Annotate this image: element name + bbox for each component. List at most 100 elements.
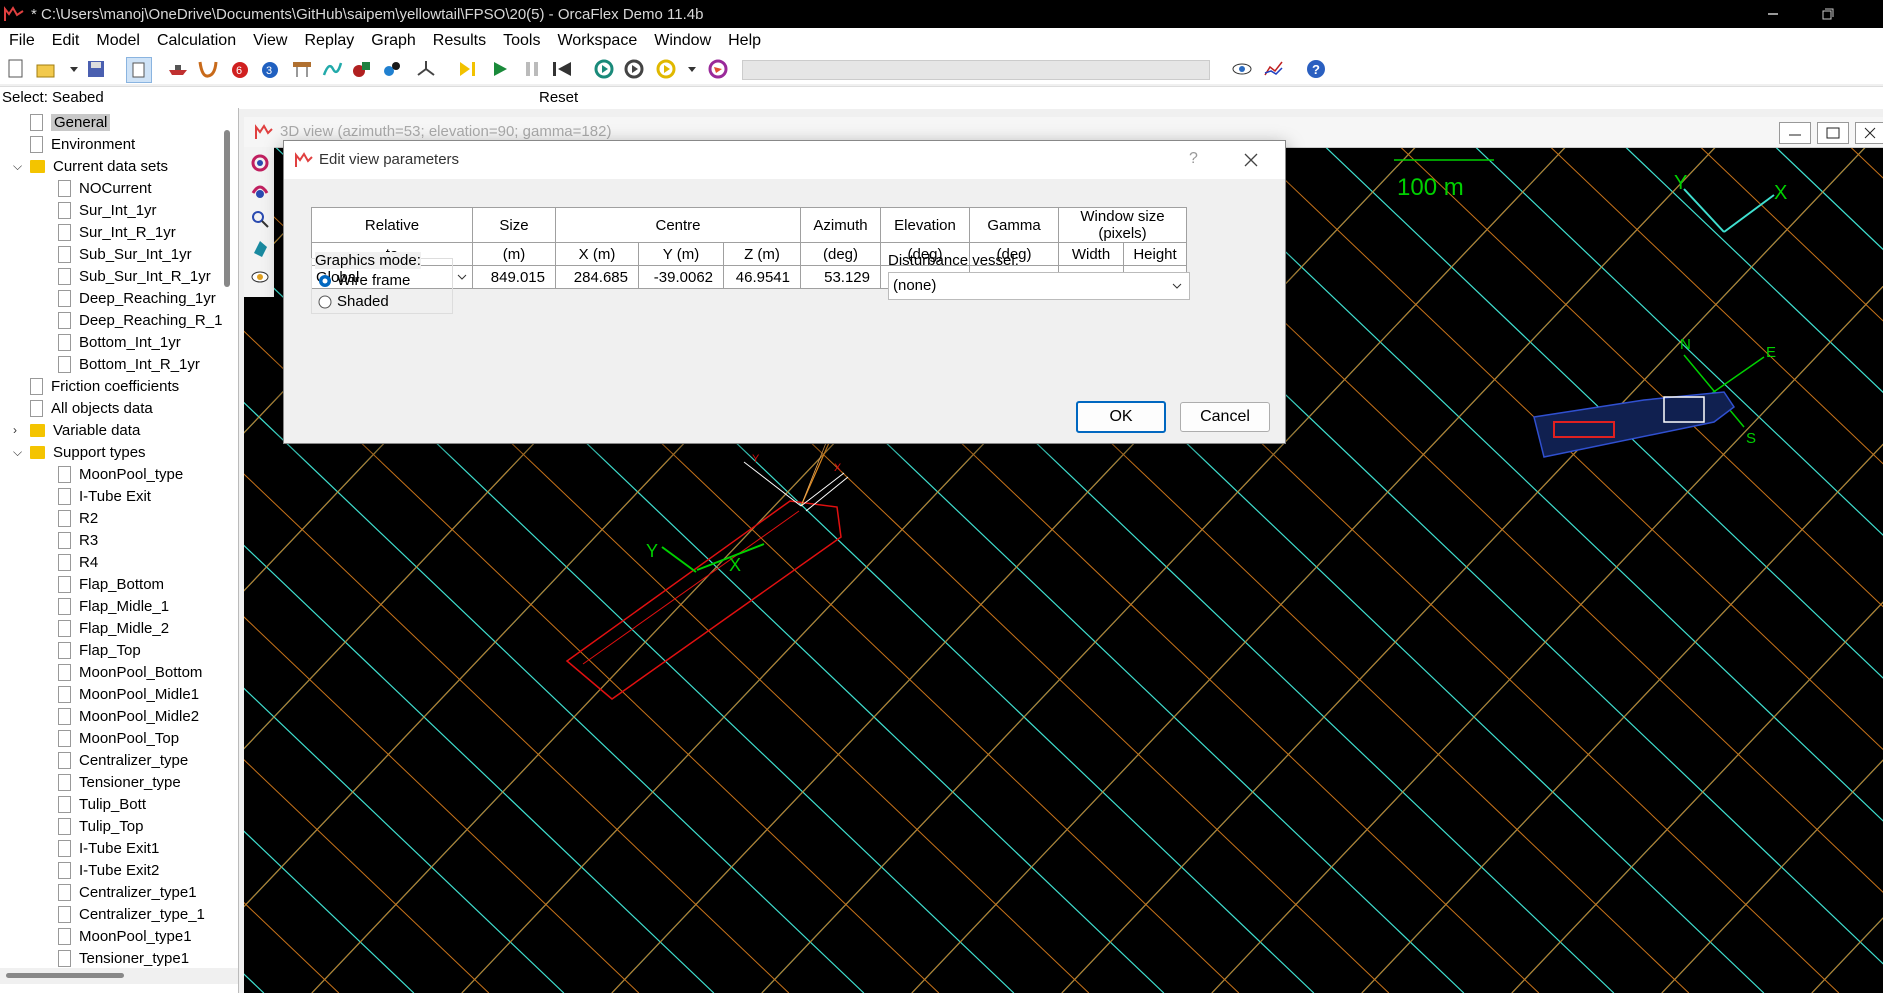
- new-link-icon[interactable]: [320, 57, 344, 81]
- tree-item[interactable]: Flap_Midle_1: [58, 595, 169, 617]
- tree-horizontal-scrollbar[interactable]: [0, 968, 238, 984]
- tree-item[interactable]: Bottom_Int_R_1yr: [58, 353, 200, 375]
- menu-model[interactable]: Model: [87, 32, 148, 50]
- tree-item[interactable]: General: [30, 111, 111, 133]
- tree-item[interactable]: I-Tube Exit: [58, 485, 151, 507]
- tree-item[interactable]: Sur_Int_1yr: [58, 199, 157, 221]
- centre-z-cell[interactable]: 46.9541: [723, 265, 801, 289]
- new-file-icon[interactable]: [4, 57, 28, 81]
- size-cell[interactable]: 849.015: [472, 265, 556, 289]
- save-icon[interactable]: [84, 57, 108, 81]
- tree-item[interactable]: ⌵ Current data sets: [13, 155, 168, 177]
- help-icon[interactable]: ?: [1304, 57, 1328, 81]
- tree-item[interactable]: Tensioner_type1: [58, 947, 189, 969]
- menu-edit[interactable]: Edit: [43, 32, 88, 50]
- tree-item[interactable]: R4: [58, 551, 98, 573]
- tree-item[interactable]: MoonPool_Midle2: [58, 705, 199, 727]
- tree-item[interactable]: Centralizer_type_1: [58, 903, 205, 925]
- new-6d-buoy-icon[interactable]: 6: [228, 57, 252, 81]
- tree-item[interactable]: MoonPool_type: [58, 463, 183, 485]
- tree-item[interactable]: All objects data: [30, 397, 153, 419]
- tree-item[interactable]: Deep_Reaching_R_1: [58, 309, 222, 331]
- collapse-chevron-icon[interactable]: ⌵: [13, 445, 22, 460]
- run-statics-icon[interactable]: [456, 57, 480, 81]
- new-line-icon[interactable]: [196, 57, 220, 81]
- tree-item[interactable]: Sur_Int_R_1yr: [58, 221, 176, 243]
- graph-icon[interactable]: [1262, 57, 1286, 81]
- menu-file[interactable]: File: [0, 32, 43, 50]
- restore-icon[interactable]: [1818, 4, 1838, 24]
- model-browser-icon[interactable]: [126, 57, 152, 83]
- tree-item[interactable]: MoonPool_Midle1: [58, 683, 199, 705]
- view-minimize-button[interactable]: [1779, 122, 1811, 144]
- tree-item[interactable]: Tulip_Bott: [58, 793, 146, 815]
- tree-item[interactable]: Bottom_Int_1yr: [58, 331, 181, 353]
- zoom-icon[interactable]: [250, 209, 270, 234]
- pan-icon[interactable]: [250, 239, 270, 264]
- tree-item[interactable]: Centralizer_type: [58, 749, 188, 771]
- wire-frame-radio[interactable]: Wire frame: [318, 272, 410, 289]
- menu-view[interactable]: View: [244, 32, 295, 50]
- tree-item[interactable]: › Variable data: [13, 419, 140, 441]
- view-close-button[interactable]: [1855, 122, 1883, 144]
- tree-item[interactable]: Sub_Sur_Int_1yr: [58, 243, 192, 265]
- replay-start-icon[interactable]: [592, 57, 616, 81]
- view-maximize-button[interactable]: [1817, 122, 1849, 144]
- replay-parameters-icon[interactable]: [706, 57, 730, 81]
- disturbance-vessel-select[interactable]: (none): [888, 272, 1190, 300]
- replay-dropdown-icon[interactable]: [680, 57, 704, 81]
- open-folder-icon[interactable]: [34, 57, 58, 81]
- run-simulation-icon[interactable]: [488, 57, 512, 81]
- tree-item[interactable]: R2: [58, 507, 98, 529]
- tree-item[interactable]: MoonPool_Bottom: [58, 661, 202, 683]
- tree-item[interactable]: ⌵ Support types: [13, 441, 146, 463]
- menu-replay[interactable]: Replay: [295, 32, 362, 50]
- view-icon[interactable]: [1230, 57, 1254, 81]
- tree-item[interactable]: Flap_Midle_2: [58, 617, 169, 639]
- new-vessel-icon[interactable]: [166, 57, 190, 81]
- tree-item[interactable]: Tensioner_type: [58, 771, 181, 793]
- menu-window[interactable]: Window: [645, 32, 719, 50]
- tree-vertical-scrollbar[interactable]: [224, 130, 230, 287]
- ok-button[interactable]: OK: [1076, 401, 1166, 433]
- menu-calculation[interactable]: Calculation: [148, 32, 244, 50]
- replay-step-icon[interactable]: [654, 57, 678, 81]
- tree-item[interactable]: NOCurrent: [58, 177, 152, 199]
- tree-item[interactable]: MoonPool_type1: [58, 925, 192, 947]
- expand-chevron-icon[interactable]: ›: [13, 423, 17, 437]
- menu-graph[interactable]: Graph: [362, 32, 423, 50]
- tree-item[interactable]: Tulip_Top: [58, 815, 143, 837]
- new-shape-icon[interactable]: [350, 57, 374, 81]
- menu-results[interactable]: Results: [424, 32, 494, 50]
- menu-workspace[interactable]: Workspace: [548, 32, 645, 50]
- shaded-radio[interactable]: Shaded: [318, 293, 389, 310]
- new-turbine-icon[interactable]: [414, 57, 438, 81]
- menu-tools[interactable]: Tools: [494, 32, 548, 50]
- tree-item[interactable]: MoonPool_Top: [58, 727, 179, 749]
- tree-item[interactable]: Deep_Reaching_1yr: [58, 287, 216, 309]
- replay-stop-icon[interactable]: [622, 57, 646, 81]
- dialog-close-icon[interactable]: [1243, 152, 1259, 168]
- tree-item[interactable]: Flap_Top: [58, 639, 141, 661]
- tree-item[interactable]: I-Tube Exit2: [58, 859, 159, 881]
- rotate-icon[interactable]: [250, 153, 270, 178]
- open-dropdown-icon[interactable]: [62, 57, 86, 81]
- centre-y-cell[interactable]: -39.0062: [638, 265, 724, 289]
- new-3d-buoy-icon[interactable]: 3: [258, 57, 282, 81]
- centre-x-cell[interactable]: 284.685: [555, 265, 639, 289]
- pause-icon[interactable]: [520, 57, 544, 81]
- azimuth-cell[interactable]: 53.129: [800, 265, 881, 289]
- minimize-icon[interactable]: [1763, 4, 1783, 24]
- menu-help[interactable]: Help: [719, 32, 769, 50]
- tree-item[interactable]: Sub_Sur_Int_R_1yr: [58, 265, 211, 287]
- tree-item[interactable]: I-Tube Exit1: [58, 837, 159, 859]
- dialog-help-button[interactable]: ?: [1189, 150, 1198, 168]
- tree-item[interactable]: Flap_Bottom: [58, 573, 164, 595]
- reset-icon[interactable]: [550, 57, 574, 81]
- new-constraint-icon[interactable]: [380, 57, 404, 81]
- new-winch-icon[interactable]: [290, 57, 314, 81]
- tree-item[interactable]: Friction coefficients: [30, 375, 179, 397]
- spin-icon[interactable]: [250, 181, 270, 206]
- view-options-icon[interactable]: [250, 267, 270, 292]
- tree-item[interactable]: R3: [58, 529, 98, 551]
